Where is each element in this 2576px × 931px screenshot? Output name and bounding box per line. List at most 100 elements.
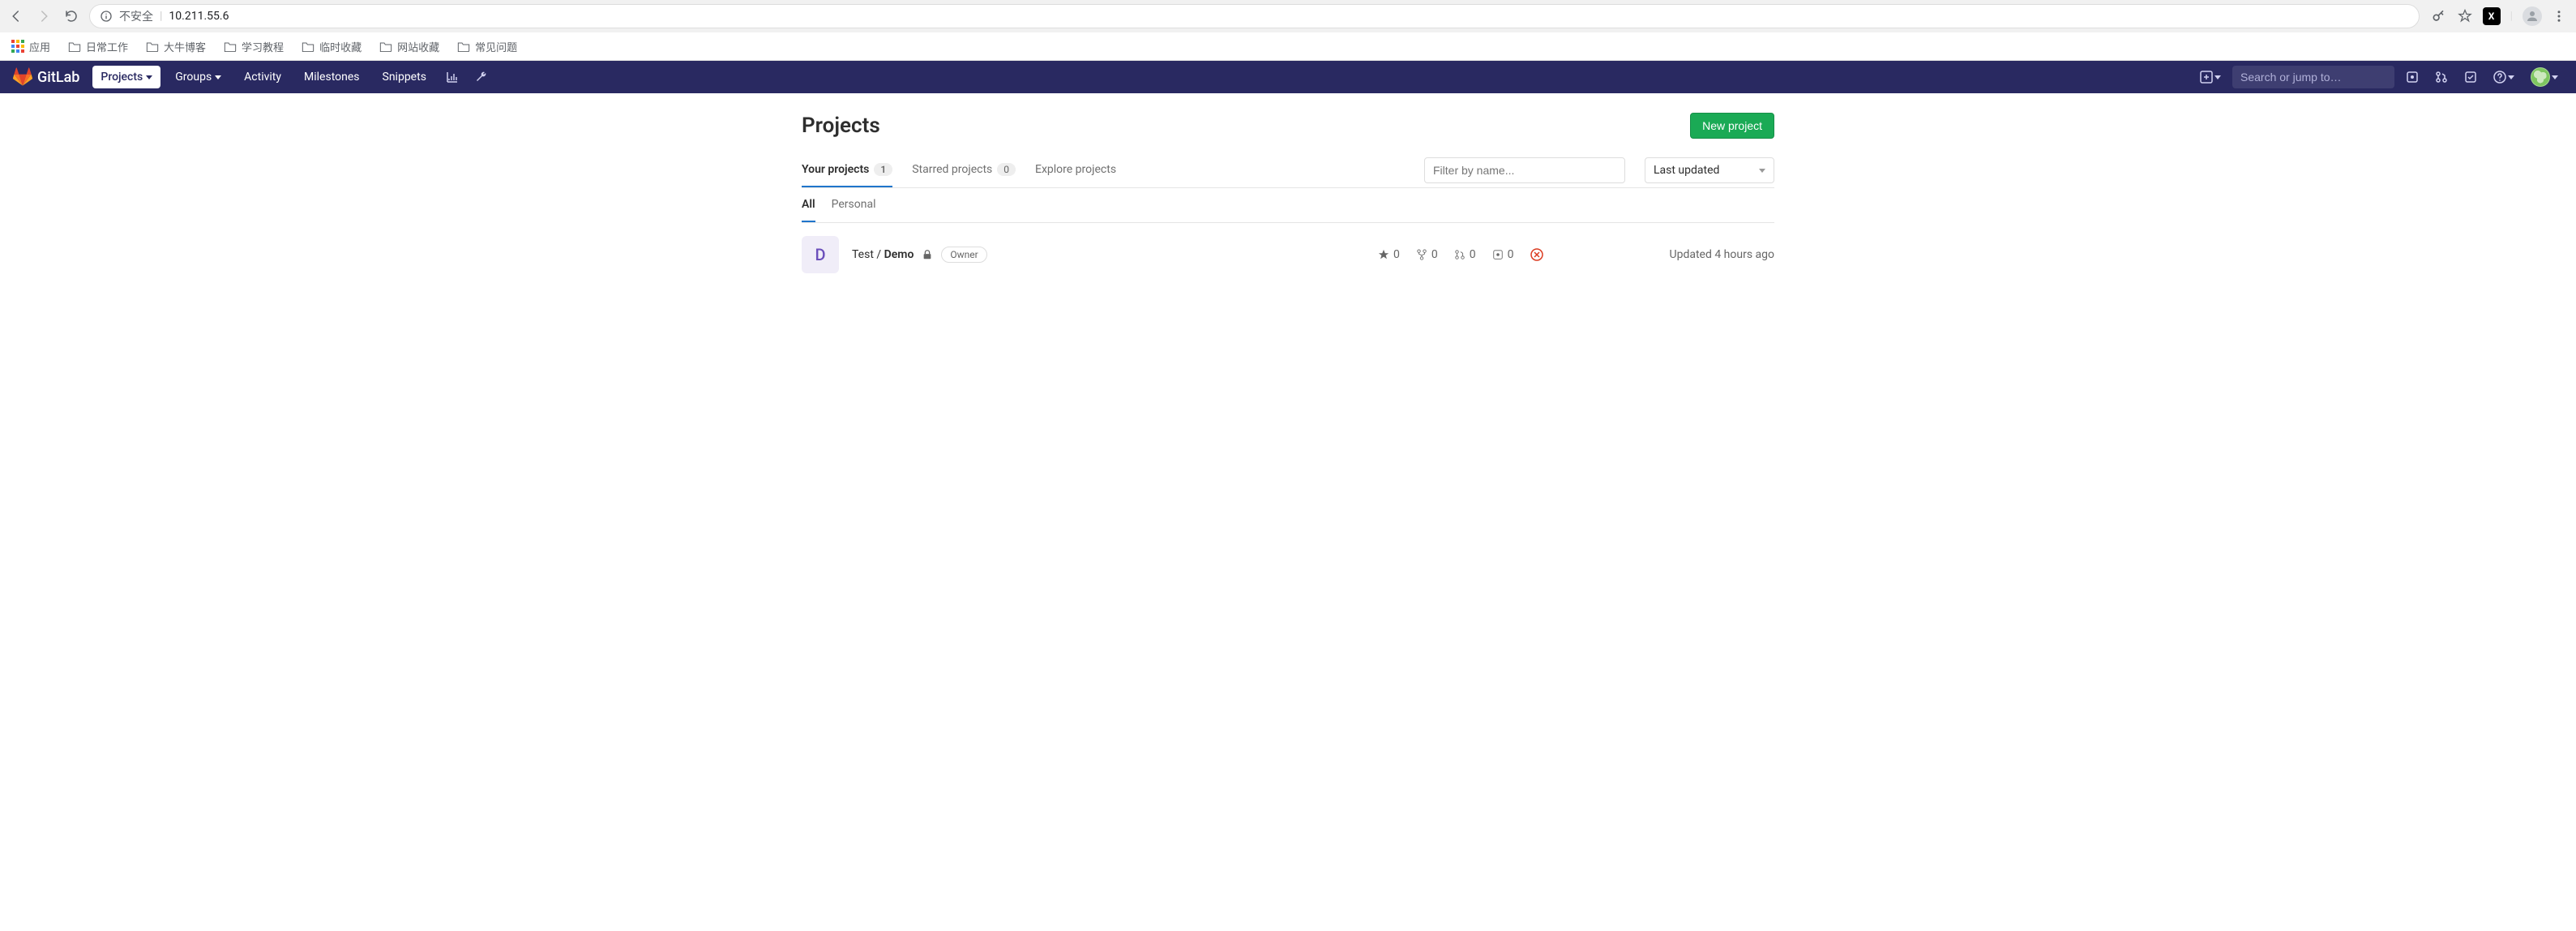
forward-button[interactable]: [34, 6, 53, 26]
plus-square-icon: [2200, 71, 2213, 84]
nav-groups[interactable]: Groups: [167, 66, 229, 88]
bookmark-folder[interactable]: 大牛博客: [143, 37, 209, 56]
nav-metrics[interactable]: [441, 66, 464, 88]
tab-explore-projects[interactable]: Explore projects: [1035, 153, 1116, 187]
project-stats: 0 0 0 0: [1378, 248, 1543, 261]
sort-dropdown[interactable]: Last updated: [1645, 157, 1774, 183]
stars-count[interactable]: 0: [1378, 248, 1400, 261]
project-path: Test / Demo: [852, 248, 914, 261]
todo-icon: [2464, 71, 2477, 84]
help-dropdown[interactable]: [2488, 66, 2519, 88]
project-avatar: D: [802, 236, 839, 273]
bookmark-label: 学习教程: [242, 39, 284, 54]
back-button[interactable]: [6, 6, 26, 26]
nav-label: Snippets: [383, 71, 426, 84]
bookmark-folder[interactable]: 临时收藏: [298, 37, 365, 56]
subtab-personal[interactable]: Personal: [832, 188, 876, 222]
issues-icon: [1492, 249, 1504, 260]
folder-icon: [379, 41, 392, 52]
nav-label: Activity: [244, 71, 281, 84]
gitlab-logo[interactable]: GitLab: [13, 67, 79, 87]
nav-label: Milestones: [304, 71, 360, 84]
chart-icon: [446, 71, 459, 84]
lock-icon: [922, 249, 933, 260]
extension-badge[interactable]: X: [2483, 7, 2501, 25]
bookmarks-bar: 应用 日常工作 大牛博客 学习教程 临时收藏 网站收藏 常见问题: [0, 32, 2576, 60]
chevron-down-icon: [2214, 75, 2221, 79]
nav-milestones[interactable]: Milestones: [296, 66, 368, 88]
nav-projects[interactable]: Projects: [92, 66, 160, 88]
bookmark-folder[interactable]: 学习教程: [220, 37, 287, 56]
nav-label: Projects: [101, 71, 143, 84]
sort-label: Last updated: [1654, 164, 1719, 177]
arrow-right-icon: [36, 9, 51, 24]
folder-icon: [302, 41, 315, 52]
new-project-button[interactable]: New project: [1690, 113, 1774, 139]
kebab-icon[interactable]: [2552, 9, 2566, 24]
bookmark-folder[interactable]: 日常工作: [65, 37, 131, 56]
reload-button[interactable]: [62, 6, 81, 26]
project-list-item[interactable]: D Test / Demo Owner 0 0 0: [802, 223, 1774, 286]
bookmark-label: 临时收藏: [319, 39, 362, 54]
merge-requests-link[interactable]: [2430, 66, 2453, 88]
nav-label: Groups: [175, 71, 212, 84]
new-dropdown[interactable]: [2195, 66, 2226, 88]
project-title-group: Test / Demo Owner: [852, 247, 987, 263]
chevron-down-icon: [1759, 169, 1765, 173]
address-url: 10.211.55.6: [169, 10, 229, 23]
address-separator: |: [160, 10, 162, 23]
bookmark-label: 常见问题: [475, 39, 517, 54]
question-icon: [2493, 71, 2506, 84]
chevron-down-icon: [215, 75, 221, 79]
profile-button[interactable]: [2523, 6, 2542, 26]
separator: |: [2510, 10, 2513, 23]
tab-count: 0: [997, 163, 1016, 176]
user-avatar-icon: [2531, 67, 2550, 87]
chevron-down-icon: [146, 75, 152, 79]
address-bar[interactable]: 不安全 | 10.211.55.6: [89, 4, 2420, 28]
bookmark-label: 日常工作: [86, 39, 128, 54]
subtab-all[interactable]: All: [802, 188, 815, 222]
security-label: 不安全: [119, 8, 153, 24]
project-updated: Updated 4 hours ago: [1670, 248, 1774, 261]
filter-projects-input[interactable]: [1424, 157, 1625, 183]
tab-label: Your projects: [802, 163, 869, 176]
search-input[interactable]: [2240, 71, 2387, 84]
chevron-down-icon: [2508, 75, 2514, 79]
forks-count[interactable]: 0: [1416, 248, 1438, 261]
person-icon: [2525, 9, 2540, 24]
nav-snippets[interactable]: Snippets: [374, 66, 434, 88]
tab-starred-projects[interactable]: Starred projects 0: [912, 153, 1016, 187]
nav-admin[interactable]: [470, 66, 493, 88]
global-search[interactable]: [2232, 66, 2394, 88]
apps-shortcut[interactable]: 应用: [8, 37, 53, 56]
tab-label: Starred projects: [912, 163, 992, 176]
issues-icon: [2406, 71, 2419, 84]
arrow-left-icon: [9, 9, 24, 24]
star-outline-icon[interactable]: [2457, 8, 2473, 24]
merge-requests-count[interactable]: 0: [1454, 248, 1476, 261]
apps-grid-icon: [11, 40, 24, 53]
todos-link[interactable]: [2459, 66, 2482, 88]
page-header: Projects New project: [802, 113, 1774, 139]
project-name: Demo: [884, 248, 914, 261]
tab-your-projects[interactable]: Your projects 1: [802, 153, 892, 187]
issues-count[interactable]: 0: [1492, 248, 1514, 261]
project-tabs: Your projects 1 Starred projects 0 Explo…: [802, 153, 1774, 188]
bookmark-label: 网站收藏: [397, 39, 439, 54]
tab-label: Explore projects: [1035, 163, 1116, 176]
bookmark-folder[interactable]: 常见问题: [454, 37, 520, 56]
bookmark-folder[interactable]: 网站收藏: [376, 37, 443, 56]
page-container: Projects New project Your projects 1 Sta…: [789, 93, 1787, 299]
nav-activity[interactable]: Activity: [236, 66, 289, 88]
wrench-icon: [475, 71, 488, 84]
key-icon[interactable]: [2431, 8, 2447, 24]
user-menu[interactable]: [2526, 62, 2563, 92]
tab-count: 1: [874, 163, 892, 176]
folder-icon: [457, 41, 470, 52]
role-badge: Owner: [941, 247, 986, 263]
issues-link[interactable]: [2401, 66, 2424, 88]
merge-request-icon: [1454, 249, 1466, 260]
tanuki-icon: [13, 67, 32, 87]
pipeline-status[interactable]: [1530, 248, 1543, 261]
